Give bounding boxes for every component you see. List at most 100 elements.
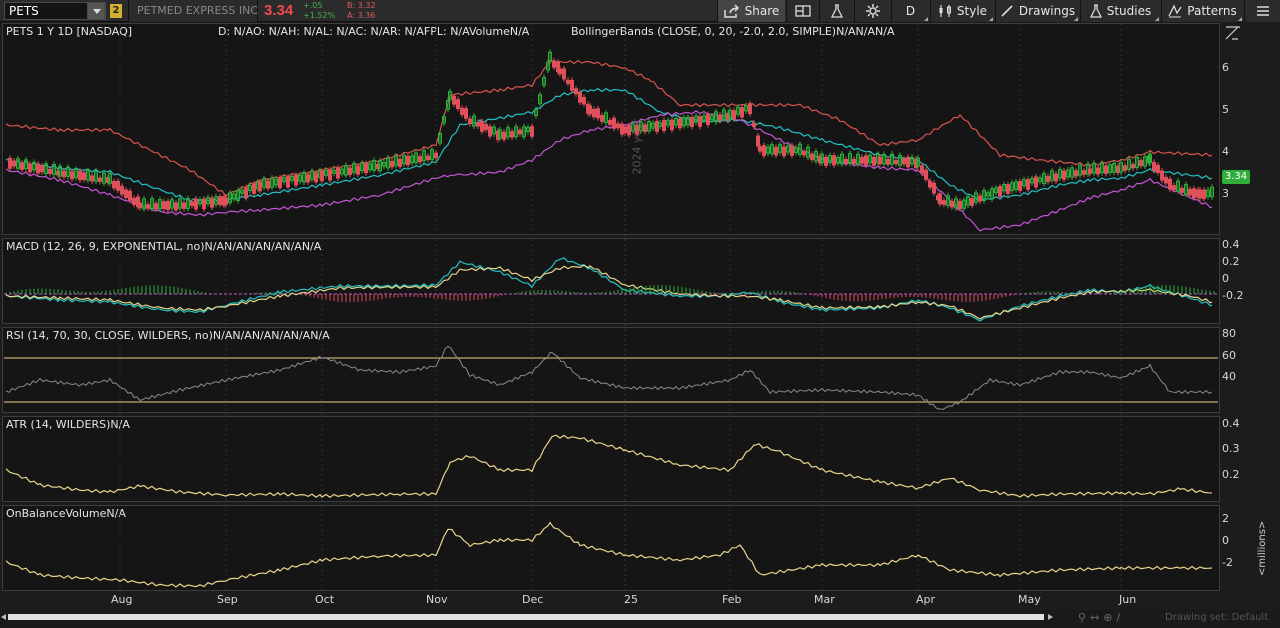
candle-body	[1160, 170, 1164, 181]
candle-body	[588, 105, 592, 115]
macd-line	[5, 257, 1213, 322]
candle-body	[328, 169, 332, 181]
candle-body	[48, 168, 52, 174]
candle-body	[643, 124, 647, 132]
candle-body	[90, 175, 94, 182]
candle-body	[1152, 161, 1156, 171]
candle-body	[336, 167, 340, 179]
time-scrollbar[interactable]	[8, 614, 1044, 620]
atr-line	[5, 434, 1213, 499]
candle-body	[570, 79, 574, 91]
candle-body	[623, 126, 627, 134]
candle-body	[348, 167, 352, 175]
candle-body	[698, 116, 702, 127]
candle-body	[1088, 168, 1092, 174]
candle-body	[510, 131, 514, 138]
candle-body	[852, 158, 856, 164]
zoom-controls: ⚲ ↔ ⊕ ∕	[1078, 611, 1120, 624]
candle-body	[476, 122, 480, 127]
candle-body	[1018, 180, 1022, 191]
candle-body	[706, 113, 710, 125]
candle-body	[718, 114, 722, 121]
candle-body	[978, 195, 982, 202]
candle-body	[928, 180, 932, 188]
candle-body	[138, 202, 142, 209]
candle-body	[398, 158, 402, 167]
candle-body	[70, 171, 74, 180]
candle-body	[62, 170, 66, 178]
candle-body	[612, 117, 616, 129]
candle-body	[146, 204, 150, 209]
candle-body	[252, 183, 256, 194]
obv-line	[5, 521, 1213, 588]
candle-body	[314, 172, 318, 183]
candle-body	[1104, 165, 1108, 174]
candle-body	[662, 119, 666, 131]
candle-body	[878, 156, 882, 165]
candle-body	[802, 150, 806, 156]
candle-body	[1172, 185, 1176, 191]
candle-body	[790, 145, 794, 156]
candle-body	[627, 125, 631, 136]
candle-body	[872, 156, 876, 166]
candle-body	[468, 118, 472, 125]
candle-body	[1026, 179, 1030, 190]
candle-body	[1202, 189, 1206, 200]
candle-body	[1164, 176, 1168, 184]
candle-body	[488, 126, 492, 137]
candle-body	[1046, 175, 1050, 183]
candle-body	[752, 122, 756, 128]
candle-body	[1188, 188, 1192, 196]
candle-body	[82, 172, 86, 180]
candle-body	[266, 180, 270, 189]
candle-body	[1198, 189, 1202, 199]
candle-body	[390, 160, 394, 168]
candle-body	[552, 60, 556, 68]
candle-body	[502, 131, 506, 140]
candle-body	[124, 189, 128, 199]
candle-body	[460, 107, 464, 115]
candle-body	[480, 120, 484, 132]
candle-body	[128, 190, 132, 201]
candle-body	[40, 165, 44, 173]
candle-body	[320, 170, 324, 182]
candle-body	[132, 197, 136, 205]
candle-body	[762, 145, 766, 156]
pan-icon[interactable]: ↔	[1090, 611, 1099, 624]
candle-body	[998, 186, 1002, 197]
drawing-tool-icon[interactable]: ∕	[1117, 611, 1121, 624]
candle-body	[950, 200, 954, 208]
candle-body	[1123, 165, 1127, 171]
candle-body	[938, 193, 942, 205]
candle-body	[732, 110, 736, 120]
candle-body	[434, 152, 438, 159]
candle-body	[286, 176, 290, 188]
candle-body	[608, 120, 612, 125]
candle-body	[886, 158, 890, 165]
scroll-right-arrow[interactable]	[1048, 614, 1053, 620]
candle-body	[418, 156, 422, 163]
candle-body	[12, 160, 16, 167]
crosshair-icon[interactable]: ⊕	[1103, 611, 1112, 624]
candle-body	[832, 155, 836, 166]
candle-body	[774, 146, 778, 156]
scroll-left-arrow[interactable]	[1, 614, 6, 620]
candle-body	[824, 156, 828, 166]
candle-body	[635, 125, 639, 135]
candle-body	[758, 146, 762, 152]
candle-body	[356, 165, 360, 175]
bollinger-lower-line	[5, 110, 1213, 232]
candle-body	[1139, 160, 1143, 167]
candle-body	[600, 115, 604, 122]
candle-body	[406, 155, 410, 166]
candle-body	[194, 198, 198, 210]
candle-body	[224, 197, 228, 205]
candle-body	[970, 198, 974, 206]
candle-body	[166, 200, 170, 211]
candle-body	[748, 103, 752, 115]
zoom-icon[interactable]: ⚲	[1078, 611, 1086, 624]
drawing-set-label: Drawing set: Default	[1165, 612, 1269, 623]
candle-body	[518, 129, 522, 135]
candle-body	[112, 181, 116, 189]
candle-body	[116, 180, 120, 191]
